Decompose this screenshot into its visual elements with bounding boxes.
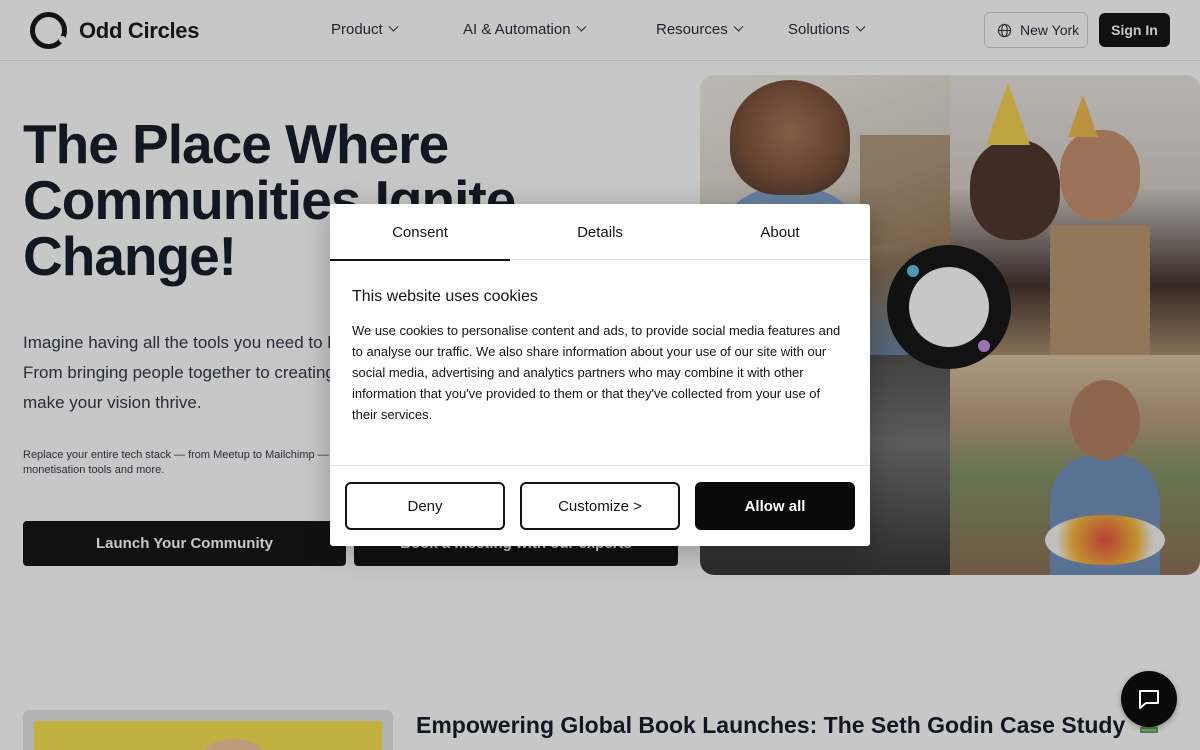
consent-actions: Deny Customize > Allow all	[345, 482, 855, 530]
cookie-consent-dialog: Consent Details About This website uses …	[330, 204, 870, 546]
tab-consent[interactable]: Consent	[330, 204, 510, 261]
chat-launcher-button[interactable]	[1121, 671, 1177, 727]
tab-about[interactable]: About	[690, 204, 870, 260]
customize-button[interactable]: Customize >	[520, 482, 680, 530]
deny-button[interactable]: Deny	[345, 482, 505, 530]
tab-details[interactable]: Details	[510, 204, 690, 260]
chat-icon	[1139, 690, 1159, 709]
consent-text: We use cookies to personalise content an…	[352, 323, 841, 422]
consent-tabs: Consent Details About	[330, 204, 870, 261]
allow-all-button[interactable]: Allow all	[695, 482, 855, 530]
consent-body: This website uses cookies We use cookies…	[330, 260, 870, 466]
consent-heading: This website uses cookies	[352, 288, 538, 305]
